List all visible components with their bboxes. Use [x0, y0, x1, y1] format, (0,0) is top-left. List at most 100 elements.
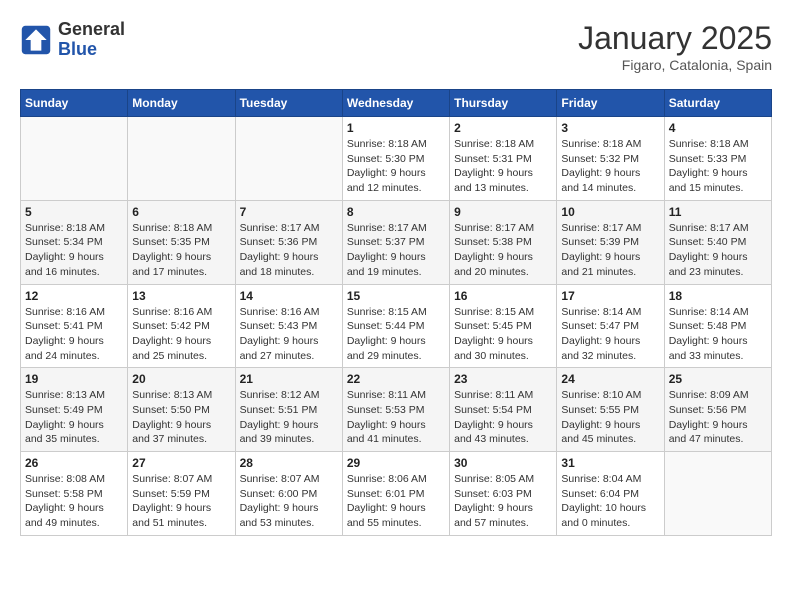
calendar-day-cell: 16Sunrise: 8:15 AMSunset: 5:45 PMDayligh…: [450, 284, 557, 368]
day-number: 30: [454, 456, 552, 470]
calendar-day-cell: 28Sunrise: 8:07 AMSunset: 6:00 PMDayligh…: [235, 452, 342, 536]
day-number: 17: [561, 289, 659, 303]
day-number: 20: [132, 372, 230, 386]
day-number: 9: [454, 205, 552, 219]
day-info: Sunrise: 8:07 AMSunset: 5:59 PMDaylight:…: [132, 472, 230, 531]
weekday-header-cell: Saturday: [664, 90, 771, 117]
day-info: Sunrise: 8:17 AMSunset: 5:37 PMDaylight:…: [347, 221, 445, 280]
calendar-day-cell: [235, 117, 342, 201]
day-info: Sunrise: 8:17 AMSunset: 5:38 PMDaylight:…: [454, 221, 552, 280]
day-number: 12: [25, 289, 123, 303]
day-number: 19: [25, 372, 123, 386]
calendar-day-cell: 11 Sunrise: 8:17 AMSunset: 5:40 PMDayligh…: [664, 200, 771, 284]
calendar-body: 1 Sunrise: 8:18 AMSunset: 5:30 PMDaylight…: [21, 117, 772, 536]
day-info: Sunrise: 8:11 AMSunset: 5:53 PMDaylight:…: [347, 388, 445, 447]
day-number: 18: [669, 289, 767, 303]
day-info: Sunrise: 8:18 AMSunset: 5:30 PMDaylight:…: [347, 137, 445, 196]
title-area: January 2025 Figaro, Catalonia, Spain: [578, 20, 772, 73]
weekday-header-cell: Monday: [128, 90, 235, 117]
calendar-day-cell: 22 Sunrise: 8:11 AMSunset: 5:53 PMDayligh…: [342, 368, 449, 452]
day-info: Sunrise: 8:18 AMSunset: 5:34 PMDaylight:…: [25, 221, 123, 280]
day-number: 21: [240, 372, 338, 386]
day-number: 7: [240, 205, 338, 219]
calendar-day-cell: 30 Sunrise: 8:05 AMSunset: 6:03 PMDayligh…: [450, 452, 557, 536]
logo-icon: [20, 24, 52, 56]
weekday-header-cell: Sunday: [21, 90, 128, 117]
day-info: Sunrise: 8:16 AMSunset: 5:41 PMDaylight:…: [25, 305, 123, 364]
day-number: 8: [347, 205, 445, 219]
day-info: Sunrise: 8:10 AMSunset: 5:55 PMDaylight:…: [561, 388, 659, 447]
calendar-week-row: 26Sunrise: 8:08 AMSunset: 5:58 PMDayligh…: [21, 452, 772, 536]
calendar-week-row: 5 Sunrise: 8:18 AMSunset: 5:34 PMDaylight…: [21, 200, 772, 284]
day-number: 14: [240, 289, 338, 303]
calendar-day-cell: 7 Sunrise: 8:17 AMSunset: 5:36 PMDaylight…: [235, 200, 342, 284]
logo: General Blue: [20, 20, 125, 60]
calendar-day-cell: 27Sunrise: 8:07 AMSunset: 5:59 PMDayligh…: [128, 452, 235, 536]
day-number: 16: [454, 289, 552, 303]
day-number: 31: [561, 456, 659, 470]
calendar-day-cell: 17 Sunrise: 8:14 AMSunset: 5:47 PMDayligh…: [557, 284, 664, 368]
calendar-day-cell: 1 Sunrise: 8:18 AMSunset: 5:30 PMDaylight…: [342, 117, 449, 201]
calendar-day-cell: 9 Sunrise: 8:17 AMSunset: 5:38 PMDaylight…: [450, 200, 557, 284]
day-number: 2: [454, 121, 552, 135]
calendar-day-cell: 24 Sunrise: 8:10 AMSunset: 5:55 PMDayligh…: [557, 368, 664, 452]
calendar-day-cell: 10 Sunrise: 8:17 AMSunset: 5:39 PMDayligh…: [557, 200, 664, 284]
calendar-day-cell: 19 Sunrise: 8:13 AMSunset: 5:49 PMDayligh…: [21, 368, 128, 452]
calendar-day-cell: 6 Sunrise: 8:18 AMSunset: 5:35 PMDaylight…: [128, 200, 235, 284]
calendar-week-row: 12 Sunrise: 8:16 AMSunset: 5:41 PMDayligh…: [21, 284, 772, 368]
calendar-week-row: 19 Sunrise: 8:13 AMSunset: 5:49 PMDayligh…: [21, 368, 772, 452]
day-info: Sunrise: 8:05 AMSunset: 6:03 PMDaylight:…: [454, 472, 552, 531]
day-number: 28: [240, 456, 338, 470]
day-info: Sunrise: 8:06 AMSunset: 6:01 PMDaylight:…: [347, 472, 445, 531]
location: Figaro, Catalonia, Spain: [578, 57, 772, 73]
calendar-table: SundayMondayTuesdayWednesdayThursdayFrid…: [20, 89, 772, 536]
calendar-day-cell: 23Sunrise: 8:11 AMSunset: 5:54 PMDayligh…: [450, 368, 557, 452]
calendar-day-cell: 14 Sunrise: 8:16 AMSunset: 5:43 PMDayligh…: [235, 284, 342, 368]
day-number: 4: [669, 121, 767, 135]
day-info: Sunrise: 8:16 AMSunset: 5:42 PMDaylight:…: [132, 305, 230, 364]
calendar-day-cell: [21, 117, 128, 201]
calendar-day-cell: 25Sunrise: 8:09 AMSunset: 5:56 PMDayligh…: [664, 368, 771, 452]
day-info: Sunrise: 8:18 AMSunset: 5:32 PMDaylight:…: [561, 137, 659, 196]
calendar-day-cell: [128, 117, 235, 201]
weekday-header-cell: Thursday: [450, 90, 557, 117]
day-info: Sunrise: 8:14 AMSunset: 5:47 PMDaylight:…: [561, 305, 659, 364]
weekday-header-row: SundayMondayTuesdayWednesdayThursdayFrid…: [21, 90, 772, 117]
day-number: 25: [669, 372, 767, 386]
day-number: 24: [561, 372, 659, 386]
logo-text: General Blue: [58, 20, 125, 60]
day-info: Sunrise: 8:04 AMSunset: 6:04 PMDaylight:…: [561, 472, 659, 531]
day-number: 6: [132, 205, 230, 219]
day-info: Sunrise: 8:13 AMSunset: 5:50 PMDaylight:…: [132, 388, 230, 447]
day-info: Sunrise: 8:16 AMSunset: 5:43 PMDaylight:…: [240, 305, 338, 364]
calendar-day-cell: 21 Sunrise: 8:12 AMSunset: 5:51 PMDayligh…: [235, 368, 342, 452]
calendar-day-cell: 31 Sunrise: 8:04 AMSunset: 6:04 PMDayligh…: [557, 452, 664, 536]
day-number: 3: [561, 121, 659, 135]
calendar-day-cell: [664, 452, 771, 536]
day-number: 5: [25, 205, 123, 219]
day-number: 1: [347, 121, 445, 135]
day-number: 26: [25, 456, 123, 470]
calendar-day-cell: 18 Sunrise: 8:14 AMSunset: 5:48 PMDayligh…: [664, 284, 771, 368]
day-number: 10: [561, 205, 659, 219]
day-info: Sunrise: 8:13 AMSunset: 5:49 PMDaylight:…: [25, 388, 123, 447]
weekday-header-cell: Wednesday: [342, 90, 449, 117]
day-info: Sunrise: 8:17 AMSunset: 5:40 PMDaylight:…: [669, 221, 767, 280]
calendar-day-cell: 26Sunrise: 8:08 AMSunset: 5:58 PMDayligh…: [21, 452, 128, 536]
calendar-day-cell: 20 Sunrise: 8:13 AMSunset: 5:50 PMDayligh…: [128, 368, 235, 452]
day-info: Sunrise: 8:18 AMSunset: 5:33 PMDaylight:…: [669, 137, 767, 196]
calendar-day-cell: 2Sunrise: 8:18 AMSunset: 5:31 PMDaylight…: [450, 117, 557, 201]
day-number: 22: [347, 372, 445, 386]
day-info: Sunrise: 8:18 AMSunset: 5:35 PMDaylight:…: [132, 221, 230, 280]
calendar-day-cell: 15Sunrise: 8:15 AMSunset: 5:44 PMDayligh…: [342, 284, 449, 368]
page-header: General Blue January 2025 Figaro, Catalo…: [20, 20, 772, 73]
day-info: Sunrise: 8:17 AMSunset: 5:36 PMDaylight:…: [240, 221, 338, 280]
day-number: 15: [347, 289, 445, 303]
day-info: Sunrise: 8:14 AMSunset: 5:48 PMDaylight:…: [669, 305, 767, 364]
day-number: 23: [454, 372, 552, 386]
day-info: Sunrise: 8:17 AMSunset: 5:39 PMDaylight:…: [561, 221, 659, 280]
day-number: 11: [669, 205, 767, 219]
calendar-day-cell: 8 Sunrise: 8:17 AMSunset: 5:37 PMDaylight…: [342, 200, 449, 284]
day-info: Sunrise: 8:12 AMSunset: 5:51 PMDaylight:…: [240, 388, 338, 447]
weekday-header-cell: Tuesday: [235, 90, 342, 117]
